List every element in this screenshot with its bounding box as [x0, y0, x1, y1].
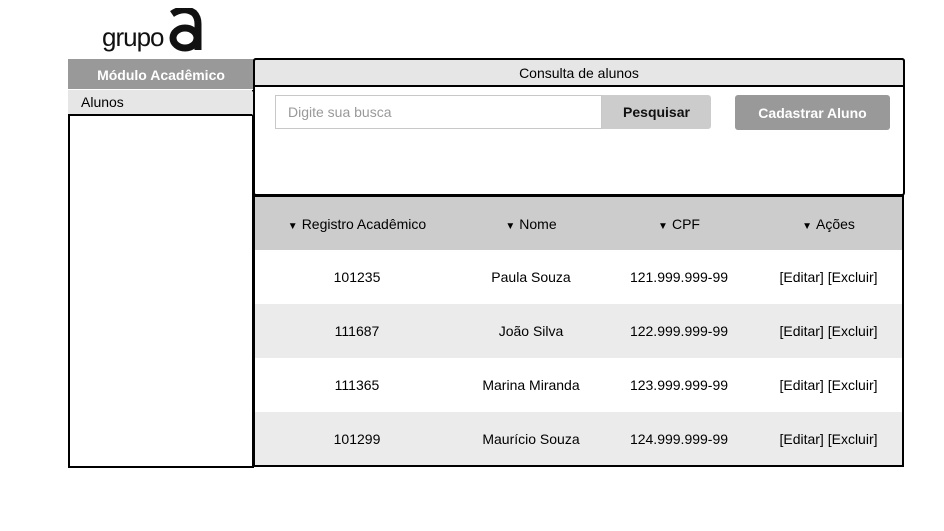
delete-link[interactable]: [Excluir]	[828, 377, 878, 393]
delete-link[interactable]: [Excluir]	[828, 431, 878, 447]
nome-cell: João Silva	[498, 323, 564, 339]
table-header: ▼ Registro Acadêmico ▼ Nome ▼ CPF ▼ Ações	[255, 197, 902, 250]
students-table: ▼ Registro Acadêmico ▼ Nome ▼ CPF ▼ Ações 10…	[253, 195, 904, 467]
nome-cell: Paula Souza	[491, 269, 571, 285]
delete-link[interactable]: [Excluir]	[828, 269, 878, 285]
sidebar-panel	[68, 90, 254, 468]
edit-link[interactable]: [Editar]	[779, 431, 823, 447]
column-header-acoes[interactable]: ▼ Ações	[755, 216, 902, 232]
delete-link[interactable]: [Excluir]	[828, 323, 878, 339]
registro-cell: 101235	[333, 269, 381, 285]
sort-down-icon: ▼	[802, 220, 812, 232]
sidebar-header: Módulo Acadêmico	[68, 59, 254, 89]
cpf-cell: 124.999.999-99	[629, 431, 729, 447]
sidebar-item-label: Alunos	[81, 94, 124, 110]
actions-cell: [Editar] [Excluir]	[755, 323, 902, 339]
actions-cell: [Editar] [Excluir]	[755, 377, 902, 393]
sort-down-icon: ▼	[287, 220, 298, 232]
search-input[interactable]	[275, 95, 602, 129]
page-title-text: Consulta de alunos	[519, 64, 639, 81]
cpf-cell: 121.999.999-99	[629, 269, 729, 285]
table-row: 101299 Maurício Souza 124.999.999-99 [Ed…	[255, 412, 902, 465]
registro-cell: 111365	[334, 377, 380, 393]
edit-link[interactable]: [Editar]	[779, 377, 823, 393]
logo-letter-a	[169, 8, 202, 52]
page-title: Consulta de alunos	[253, 58, 905, 87]
nome-cell: Marina Miranda	[482, 377, 580, 393]
sort-down-icon: ▼	[505, 220, 516, 232]
sidebar-item-alunos[interactable]: Alunos	[68, 90, 254, 116]
registro-cell: 101299	[333, 431, 381, 447]
column-header-registro[interactable]: ▼ Registro Acadêmico	[255, 216, 459, 232]
add-student-button[interactable]: Cadastrar Aluno	[735, 95, 890, 130]
column-header-nome[interactable]: ▼ Nome	[459, 216, 603, 232]
nome-cell: Maurício Souza	[482, 431, 580, 447]
edit-link[interactable]: [Editar]	[779, 269, 823, 285]
logo-text: grupo	[102, 22, 164, 52]
actions-cell: [Editar] [Excluir]	[755, 269, 902, 285]
brand-logo: grupo	[102, 8, 212, 52]
table-row: 111365 Marina Miranda 123.999.999-99 [Ed…	[255, 358, 902, 412]
actions-cell: [Editar] [Excluir]	[755, 431, 902, 447]
sort-down-icon: ▼	[658, 220, 668, 232]
cpf-cell: 122.999.999-99	[629, 323, 729, 339]
search-button[interactable]: Pesquisar	[602, 95, 711, 129]
table-row: 111687 João Silva 122.999.999-99 [Editar…	[255, 304, 902, 358]
cpf-cell: 123.999.999-99	[629, 377, 729, 393]
registro-cell: 111687	[334, 323, 380, 339]
column-header-cpf[interactable]: ▼ CPF	[603, 216, 755, 232]
table-row: 101235 Paula Souza 121.999.999-99 [Edita…	[255, 250, 902, 304]
edit-link[interactable]: [Editar]	[779, 323, 823, 339]
